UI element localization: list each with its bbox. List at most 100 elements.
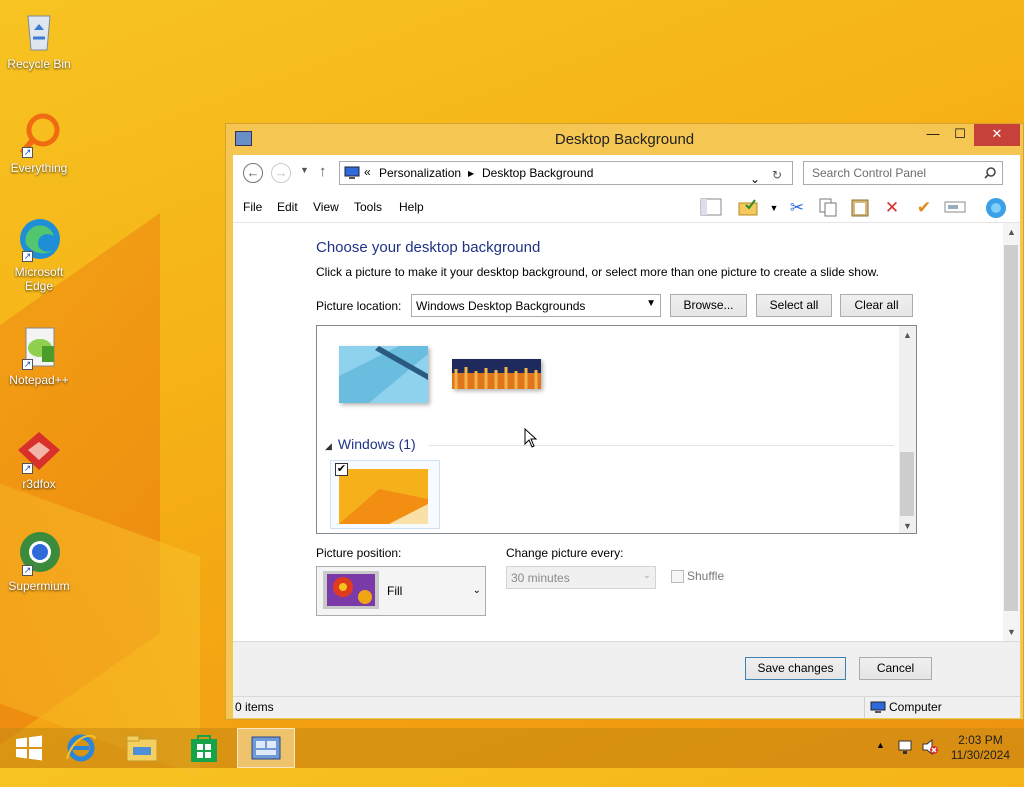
select-all-button[interactable]: Select all <box>756 294 832 317</box>
desktop-background-window: Desktop Background — ☐ ✕ ← → ▼ ↑ « Perso… <box>225 123 1024 720</box>
mouse-cursor-icon <box>524 428 538 448</box>
desktop-icon-microsoft-edge[interactable]: ↗ Microsoft Edge <box>4 216 74 293</box>
scrollbar-thumb[interactable] <box>1004 245 1018 611</box>
properties-dropdown[interactable]: ▼ <box>763 197 785 219</box>
scroll-down-icon[interactable]: ▼ <box>1003 627 1020 637</box>
forward-button[interactable]: → <box>271 163 291 183</box>
show-hidden-icons-button[interactable]: ▲ <box>876 740 885 750</box>
back-button[interactable]: ← <box>243 163 263 183</box>
desktop-icon-label: Supermium <box>8 579 70 593</box>
menu-file[interactable]: File <box>243 200 262 214</box>
windows-logo-icon <box>16 735 42 761</box>
page-title: Choose your desktop background <box>316 239 541 256</box>
scroll-up-icon[interactable]: ▲ <box>1003 227 1020 237</box>
picture-location-select[interactable]: Windows Desktop Backgrounds ▼ <box>411 294 661 317</box>
wallpaper-thumbnail-selected[interactable]: ✔ <box>330 460 440 529</box>
group-header-windows[interactable]: ◢ Windows (1) <box>325 436 416 452</box>
item-count: 0 items <box>235 700 274 714</box>
edge-icon: ↗ <box>16 216 62 262</box>
maximize-button[interactable]: ☐ <box>945 124 975 146</box>
preview-pane-icon <box>700 198 722 216</box>
shortcut-arrow-icon: ↗ <box>22 565 33 576</box>
breadcrumb-separator-icon[interactable]: ▶ <box>468 169 474 178</box>
title-bar[interactable]: Desktop Background — ☐ ✕ <box>226 124 1023 155</box>
city-skyline-wallpaper <box>452 359 541 389</box>
file-explorer-icon <box>126 735 158 762</box>
scrollbar-thumb[interactable] <box>900 452 914 516</box>
menu-tools[interactable]: Tools <box>354 200 382 214</box>
shortcut-arrow-icon: ↗ <box>22 251 33 262</box>
thumbnail-checkbox[interactable]: ✔ <box>335 463 348 476</box>
menu-view[interactable]: View <box>313 200 339 214</box>
paste-button[interactable] <box>849 197 871 219</box>
help-globe-icon <box>986 198 1006 218</box>
taskbar-control-panel-active[interactable] <box>237 728 295 768</box>
volume-tray-icon[interactable] <box>921 738 939 759</box>
wallpaper-thumbnail[interactable] <box>339 346 428 403</box>
change-interval-value: 30 minutes <box>511 571 570 585</box>
taskbar-file-explorer[interactable] <box>113 728 171 768</box>
search-input[interactable]: Search Control Panel <box>803 161 1003 185</box>
cancel-button[interactable]: Cancel <box>859 657 932 680</box>
chevron-down-icon: ▼ <box>769 203 779 213</box>
rename-icon <box>944 201 966 213</box>
copy-button[interactable] <box>817 197 839 219</box>
desktop-icon-notepad-plus-plus[interactable]: ↗ Notepad++ <box>4 324 74 387</box>
rename-button[interactable] <box>944 197 966 219</box>
recent-locations-button[interactable]: ▼ <box>300 165 309 175</box>
change-picture-label: Change picture every: <box>506 546 624 560</box>
recycle-bin-icon <box>16 8 62 54</box>
breadcrumb-desktop-background[interactable]: Desktop Background <box>482 166 593 180</box>
clock-time: 2:03 PM <box>958 733 1003 747</box>
save-changes-button[interactable]: Save changes <box>745 657 846 680</box>
shortcut-arrow-icon: ↗ <box>22 359 33 370</box>
picture-location-value: Windows Desktop Backgrounds <box>416 299 586 313</box>
breadcrumb-personalization[interactable]: Personalization <box>379 166 461 180</box>
close-button[interactable]: ✕ <box>974 124 1020 146</box>
browse-button[interactable]: Browse... <box>670 294 747 317</box>
checkmark-icon: ✔ <box>916 198 932 217</box>
shuffle-checkbox[interactable] <box>671 570 684 583</box>
change-interval-select[interactable]: 30 minutes ⌄ <box>506 566 656 589</box>
everything-search-icon: ↗ <box>16 112 62 158</box>
network-tray-icon[interactable] <box>897 738 915 759</box>
menu-edit[interactable]: Edit <box>277 200 298 214</box>
scroll-down-icon[interactable]: ▼ <box>899 521 916 531</box>
desktop-icon-r3dfox[interactable]: ↗ r3dfox <box>4 428 74 491</box>
menu-help[interactable]: Help <box>399 200 424 214</box>
delete-button[interactable]: ✕ <box>881 197 903 219</box>
fill-position-preview-icon <box>323 571 379 609</box>
layout-pane-button[interactable] <box>700 197 722 219</box>
taskbar-store[interactable] <box>175 728 233 768</box>
content-scrollbar[interactable]: ▲ ▼ <box>1003 223 1020 641</box>
clock-date: 11/30/2024 <box>950 748 1010 762</box>
desktop-icon-everything[interactable]: ↗ Everything <box>4 112 74 175</box>
gallery-scrollbar[interactable]: ▲ ▼ <box>899 326 916 533</box>
control-panel-icon <box>251 736 281 760</box>
folder-check-icon <box>738 199 758 216</box>
action-bar: Save changes Cancel <box>233 641 1020 696</box>
scroll-up-icon[interactable]: ▲ <box>899 330 916 340</box>
main-content: Choose your desktop background Click a p… <box>233 223 1020 641</box>
chevron-down-icon: ▼ <box>300 165 309 175</box>
wallpaper-thumbnail[interactable] <box>452 359 541 389</box>
system-clock[interactable]: 2:03 PM 11/30/2024 <box>951 733 1010 763</box>
computer-icon <box>870 701 886 713</box>
picture-position-select[interactable]: Fill ⌄ <box>316 566 486 616</box>
start-button[interactable] <box>0 728 58 768</box>
cut-button[interactable]: ✂ <box>786 197 808 219</box>
address-field[interactable]: « Personalization ▶ Desktop Background ⌄… <box>339 161 793 186</box>
shuffle-label: Shuffle <box>687 569 725 583</box>
desktop-icon-recycle-bin[interactable]: Recycle Bin <box>4 8 74 71</box>
properties-button[interactable] <box>738 197 760 219</box>
taskbar-internet-explorer[interactable] <box>52 728 110 768</box>
help-button[interactable] <box>984 197 1006 219</box>
clear-all-button[interactable]: Clear all <box>840 294 913 317</box>
apply-button[interactable]: ✔ <box>913 197 935 219</box>
volume-muted-icon <box>922 738 938 756</box>
up-button[interactable]: ↑ <box>319 163 327 180</box>
internet-explorer-icon <box>66 734 96 762</box>
minimize-button[interactable]: — <box>918 124 948 146</box>
refresh-icon: ↻ <box>772 168 783 182</box>
desktop-icon-supermium[interactable]: ↗ Supermium <box>4 530 74 593</box>
